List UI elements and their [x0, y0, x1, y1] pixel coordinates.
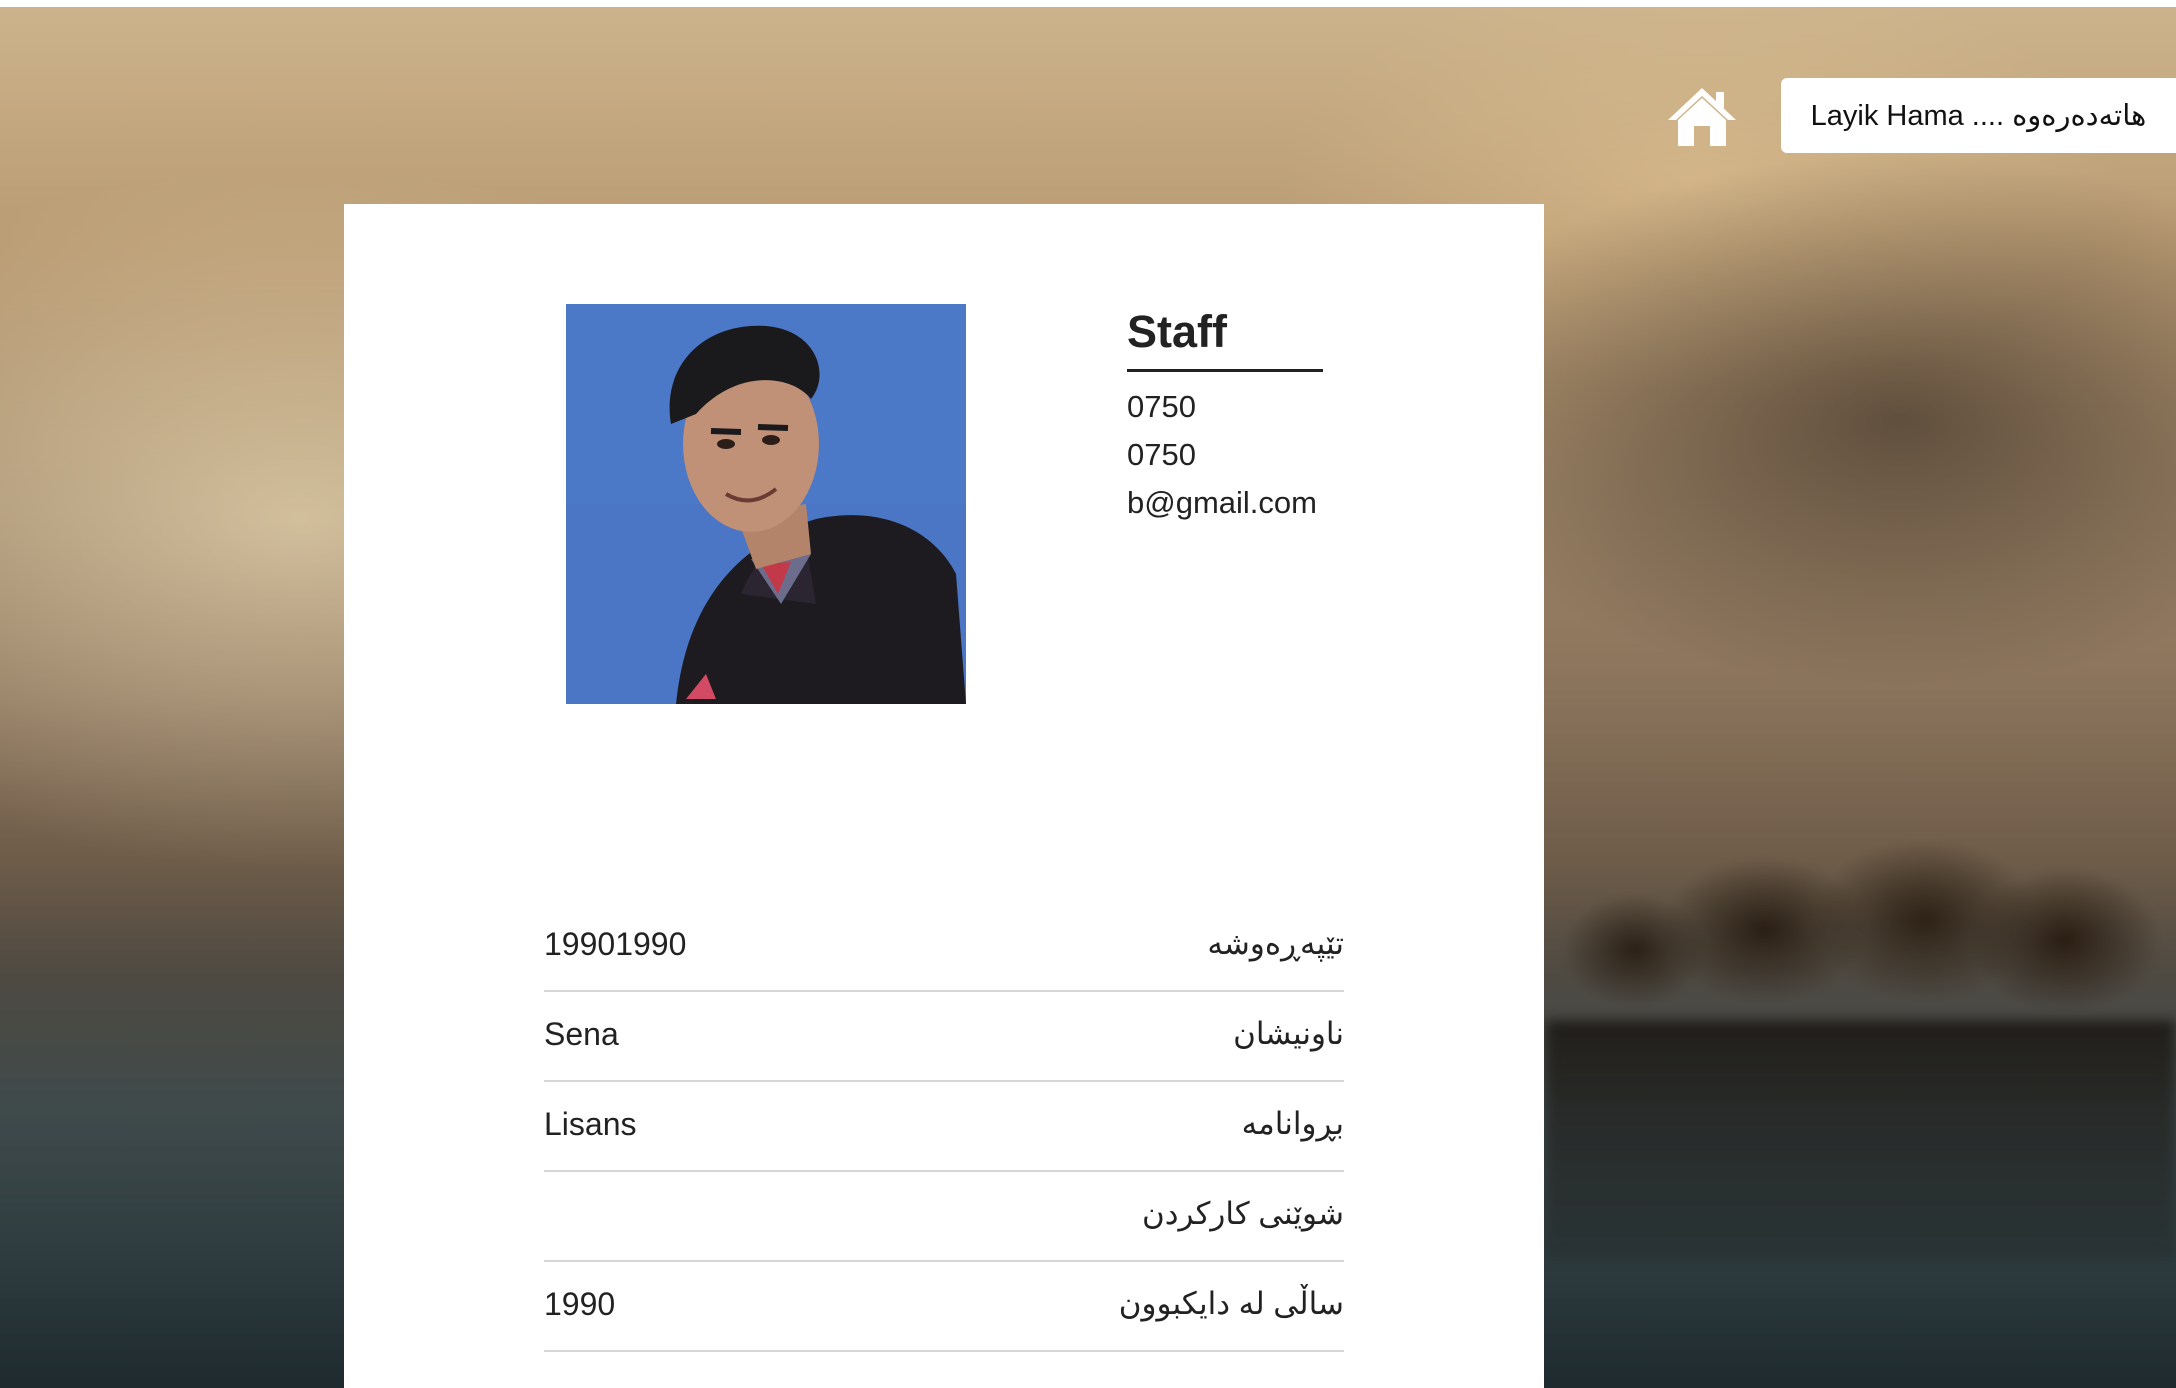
detail-row: Sena ناونیشان — [544, 992, 1344, 1082]
home-icon[interactable] — [1666, 86, 1738, 148]
detail-label: ناونیشان — [1233, 1016, 1344, 1051]
logout-greeting-button[interactable]: Layik Hama .... هاتەدەرەوە — [1781, 78, 2176, 153]
detail-value: Lisans — [544, 1106, 637, 1142]
detail-label: تێپەڕەوشە — [1207, 926, 1344, 961]
profile-card: Staff 0750 0750 b@gmail.com 19901990 تێپ… — [344, 204, 1544, 1388]
title-underline — [1127, 369, 1323, 372]
phone-1: 0750 — [1127, 389, 1196, 424]
top-border — [0, 0, 2176, 7]
detail-label: ساڵی لە دایکبوون — [1118, 1286, 1344, 1321]
greeting-text: Layik Hama .... هاتەدەرەوە — [1810, 100, 2147, 132]
detail-row: 1990 ساڵی لە دایکبوون — [544, 1262, 1344, 1352]
phone-2: 0750 — [1127, 437, 1196, 472]
island-silhouette — [1545, 780, 2176, 1030]
detail-value: 19901990 — [544, 926, 687, 962]
water-reflection — [1545, 1020, 2176, 1260]
email-text: b@gmail.com — [1127, 485, 1317, 520]
role-title: Staff — [1127, 306, 1227, 357]
detail-row: Lisans بڕوانامە — [544, 1082, 1344, 1172]
detail-row: 19901990 تێپەڕەوشە — [544, 902, 1344, 992]
detail-label: شوێنی کارکردن — [1141, 1196, 1344, 1231]
detail-label: بڕوانامە — [1241, 1106, 1344, 1141]
detail-row: شوێنی کارکردن — [544, 1172, 1344, 1262]
profile-photo — [566, 304, 966, 704]
detail-value: Sena — [544, 1016, 619, 1052]
detail-value: 1990 — [544, 1286, 616, 1322]
